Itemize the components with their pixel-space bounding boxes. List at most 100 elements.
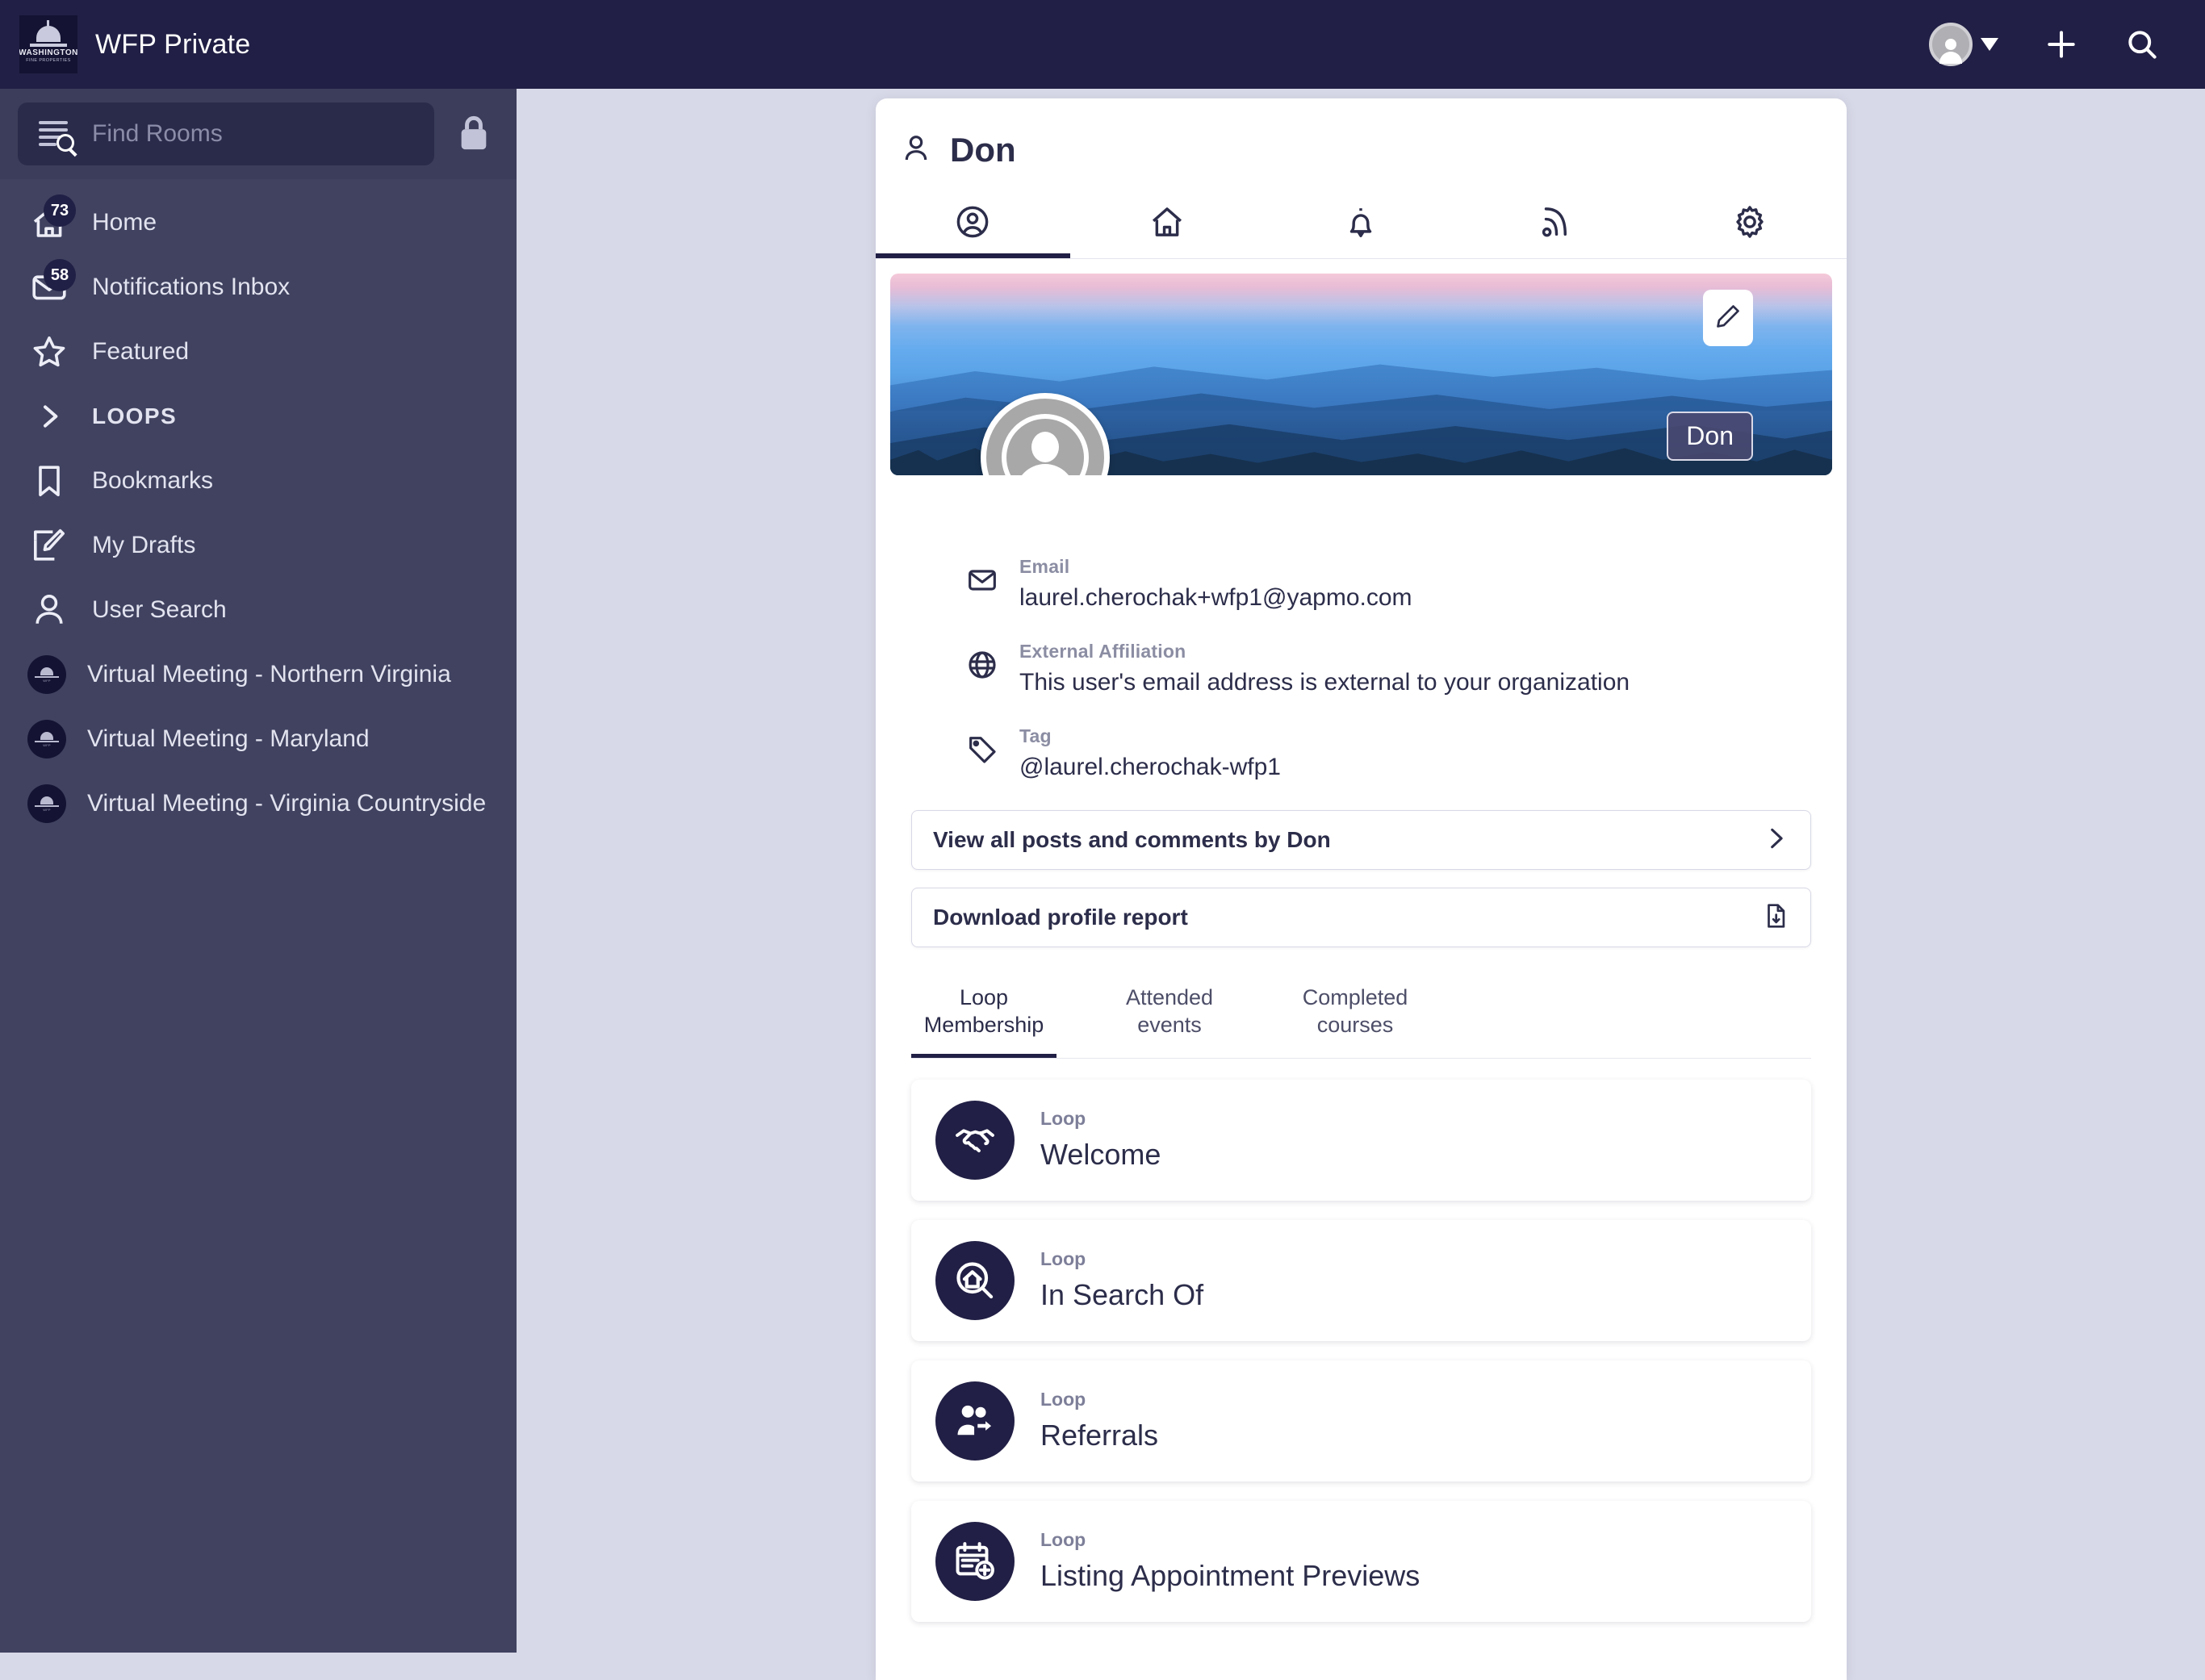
subtab-attended-events[interactable]: Attended events bbox=[1097, 975, 1242, 1058]
tab-profile[interactable] bbox=[876, 190, 1070, 258]
detail-email: Email laurel.cherochak+wfp1@yapmo.com bbox=[966, 556, 1814, 612]
sidebar-item-label: Virtual Meeting - Northern Virginia bbox=[87, 661, 451, 687]
sidebar-item-featured[interactable]: Featured bbox=[0, 320, 517, 384]
house-search-icon bbox=[935, 1240, 1015, 1320]
people-referral-icon bbox=[935, 1381, 1015, 1461]
envelope-icon bbox=[966, 556, 998, 600]
find-rooms-icon bbox=[39, 118, 74, 152]
chevron-right-icon bbox=[1762, 825, 1789, 856]
detail-external-affiliation: External Affiliation This user's email a… bbox=[966, 641, 1814, 696]
capitol-dome-icon bbox=[36, 19, 61, 42]
sidebar-item-label: Featured bbox=[92, 338, 190, 365]
detail-value: @laurel.cherochak-wfp1 bbox=[1019, 754, 1281, 780]
room-avatar-icon: WFP bbox=[27, 720, 66, 759]
loop-kind-label: Loop bbox=[1040, 1248, 1086, 1269]
sidebar-item-virtual-meeting-maryland[interactable]: WFP Virtual Meeting - Maryland bbox=[0, 707, 517, 771]
loop-name-label: Welcome bbox=[1040, 1138, 1161, 1171]
loop-kind-label: Loop bbox=[1040, 1108, 1086, 1129]
sidebar-item-notifications-inbox[interactable]: 58 Notifications Inbox bbox=[0, 255, 517, 320]
profile-name: Don bbox=[950, 131, 1016, 169]
sidebar: 73 Home 58 Notifications Inbox Featured bbox=[0, 89, 517, 1653]
loop-kind-label: Loop bbox=[1040, 1529, 1086, 1550]
profile-tab-bar bbox=[876, 190, 1847, 259]
lock-icon[interactable] bbox=[455, 112, 492, 157]
top-bar: WASHINGTON FINE PROPERTIES WFP Private bbox=[0, 0, 2205, 89]
profile-banner: Don bbox=[890, 274, 1832, 475]
detail-label: Tag bbox=[1019, 725, 1052, 746]
sidebar-item-label: LOOPS bbox=[92, 403, 178, 428]
user-avatar-icon bbox=[1929, 23, 1973, 66]
loop-membership-list: Loop Welcome Loop In Search Of Loop Refe… bbox=[876, 1059, 1847, 1622]
account-menu-button[interactable] bbox=[1929, 23, 1998, 66]
person-icon bbox=[27, 588, 71, 632]
detail-value: This user's email address is external to… bbox=[1019, 669, 1630, 696]
brand-logo[interactable]: WASHINGTON FINE PROPERTIES bbox=[19, 15, 77, 73]
detail-tag: Tag @laurel.cherochak-wfp1 bbox=[966, 725, 1814, 781]
list-item[interactable]: Loop Referrals bbox=[911, 1360, 1811, 1481]
tab-settings[interactable] bbox=[1652, 190, 1847, 258]
star-icon bbox=[27, 330, 71, 374]
profile-panel: Don Don Email laurel.cherochak+wfp1@yapm… bbox=[876, 98, 1847, 1680]
app-title: WFP Private bbox=[95, 28, 251, 60]
logo-wordmark: WASHINGTON bbox=[19, 48, 77, 57]
sidebar-item-user-search[interactable]: User Search bbox=[0, 578, 517, 642]
top-bar-actions bbox=[1929, 23, 2160, 66]
pencil-icon bbox=[1714, 303, 1742, 334]
sidebar-item-label: Virtual Meeting - Maryland bbox=[87, 725, 370, 752]
sidebar-item-label: Virtual Meeting - Virginia Countryside bbox=[87, 790, 487, 817]
calendar-plus-icon bbox=[935, 1521, 1015, 1601]
sidebar-search-row bbox=[0, 89, 517, 179]
room-avatar-icon: WFP bbox=[27, 784, 66, 823]
view-all-posts-label: View all posts and comments by Don bbox=[933, 827, 1331, 852]
sidebar-item-label: Notifications Inbox bbox=[92, 274, 291, 300]
download-report-label: Download profile report bbox=[933, 905, 1188, 930]
plus-icon[interactable] bbox=[2044, 27, 2079, 62]
globe-icon bbox=[966, 641, 998, 685]
badge-count: 73 bbox=[44, 194, 76, 227]
room-avatar-icon: WFP bbox=[27, 655, 66, 694]
search-input[interactable] bbox=[92, 120, 434, 148]
sidebar-item-label: My Drafts bbox=[92, 532, 196, 558]
edit-banner-button[interactable] bbox=[1703, 290, 1753, 346]
sidebar-nav-list: 73 Home 58 Notifications Inbox Featured bbox=[0, 179, 517, 836]
handshake-icon bbox=[935, 1100, 1015, 1180]
view-all-posts-button[interactable]: View all posts and comments by Don bbox=[911, 810, 1811, 870]
list-item[interactable]: Loop Listing Appointment Previews bbox=[911, 1500, 1811, 1622]
tab-notifications[interactable] bbox=[1264, 190, 1458, 258]
badge-count: 58 bbox=[44, 259, 76, 291]
sidebar-item-virtual-meeting-virginia-countryside[interactable]: WFP Virtual Meeting - Virginia Countrysi… bbox=[0, 771, 517, 836]
tab-feed[interactable] bbox=[1458, 190, 1653, 258]
tag-icon bbox=[966, 725, 998, 770]
banner-name-chip[interactable]: Don bbox=[1667, 412, 1753, 461]
loop-name-label: Listing Appointment Previews bbox=[1040, 1559, 1420, 1592]
sidebar-item-bookmarks[interactable]: Bookmarks bbox=[0, 449, 517, 513]
list-item[interactable]: Loop In Search Of bbox=[911, 1219, 1811, 1341]
chevron-right-icon bbox=[27, 395, 71, 438]
tab-home[interactable] bbox=[1070, 190, 1265, 258]
logo-base-line bbox=[30, 43, 67, 47]
detail-value: laurel.cherochak+wfp1@yapmo.com bbox=[1019, 584, 1412, 611]
download-profile-report-button[interactable]: Download profile report bbox=[911, 888, 1811, 947]
loop-kind-label: Loop bbox=[1040, 1389, 1086, 1410]
pencil-square-icon bbox=[27, 524, 71, 567]
profile-details: Email laurel.cherochak+wfp1@yapmo.com Ex… bbox=[876, 475, 1847, 781]
detail-label: Email bbox=[1019, 556, 1070, 577]
profile-subtab-bar: Loop Membership Attended events Complete… bbox=[911, 975, 1811, 1059]
home-icon: 73 bbox=[27, 194, 76, 244]
sidebar-item-label: User Search bbox=[92, 596, 227, 623]
sidebar-item-loops[interactable]: LOOPS bbox=[0, 384, 517, 449]
find-rooms-search-box[interactable] bbox=[18, 102, 434, 165]
page-title: Don bbox=[876, 98, 1847, 169]
subtab-loop-membership[interactable]: Loop Membership bbox=[911, 975, 1056, 1058]
loop-name-label: Referrals bbox=[1040, 1419, 1159, 1452]
subtab-completed-courses[interactable]: Completed courses bbox=[1282, 975, 1428, 1058]
chevron-down-icon bbox=[1981, 38, 1998, 51]
sidebar-item-virtual-meeting-northern-virginia[interactable]: WFP Virtual Meeting - Northern Virginia bbox=[0, 642, 517, 707]
detail-label: External Affiliation bbox=[1019, 641, 1186, 662]
list-item[interactable]: Loop Welcome bbox=[911, 1079, 1811, 1201]
envelope-icon: 58 bbox=[27, 259, 76, 309]
sidebar-item-home[interactable]: 73 Home bbox=[0, 190, 517, 255]
person-icon bbox=[900, 132, 932, 169]
sidebar-item-my-drafts[interactable]: My Drafts bbox=[0, 513, 517, 578]
search-icon[interactable] bbox=[2124, 27, 2160, 62]
